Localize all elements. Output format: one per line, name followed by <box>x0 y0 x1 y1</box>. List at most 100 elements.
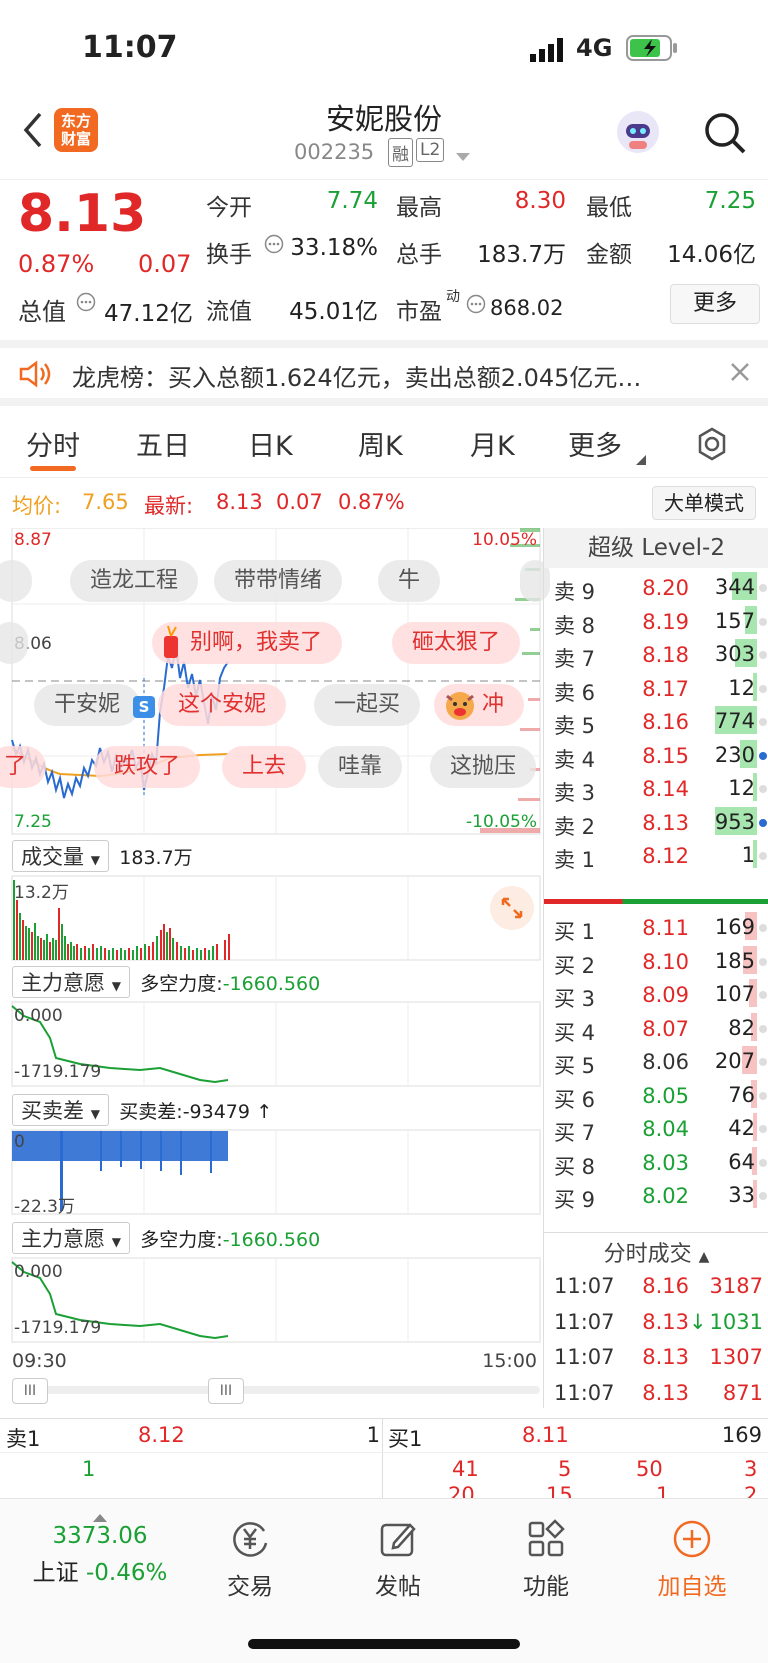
sell-order-row[interactable]: 卖 4 8.15 230 <box>544 738 768 774</box>
buy-order-row[interactable]: 买 8 8.03 64 <box>544 1145 768 1181</box>
avg-value: 7.65 <box>82 490 129 514</box>
gear-icon[interactable] <box>694 426 730 466</box>
time-slider-left-handle[interactable]: III <box>12 1378 48 1404</box>
sell-order-row[interactable]: 卖 8 8.19 157 <box>544 604 768 640</box>
ox-face-icon <box>442 686 478 726</box>
level2-title[interactable]: 超级 Level-2 <box>544 528 768 568</box>
comment-bubble: 跌攻了 <box>94 746 201 788</box>
sell-order-row[interactable]: 卖 9 8.20 344 <box>544 570 768 606</box>
order-dot <box>759 1058 767 1066</box>
robot-avatar-icon[interactable] <box>614 108 662 160</box>
buy-order-row[interactable]: 买 3 8.09 107 <box>544 977 768 1013</box>
nav-func[interactable]: 功能 <box>486 1517 606 1601</box>
bq-sell-price: 8.12 <box>138 1423 185 1447</box>
level2-badge: L2 <box>416 138 445 162</box>
nav-post[interactable]: 发帖 <box>338 1517 458 1601</box>
sell-order-row[interactable]: 卖 3 8.14 12 <box>544 771 768 807</box>
sell-order-row[interactable]: 卖 1 8.12 1 <box>544 838 768 874</box>
tab-day-k[interactable]: 日K <box>248 424 293 463</box>
buy-order-row[interactable]: 买 1 8.11 169 <box>544 910 768 946</box>
stock-header: 东方 财富 安妮股份 002235 融 L2 <box>0 100 768 180</box>
sell-order-row[interactable]: 卖 6 8.17 12 <box>544 671 768 707</box>
buy-order-row[interactable]: 买 5 8.06 207 <box>544 1044 768 1080</box>
info-icon[interactable] <box>76 292 96 316</box>
tab-week-k[interactable]: 周K <box>358 424 403 463</box>
comment-bubble: 上去 <box>222 746 307 788</box>
comment-bubble: 砸太狠了 <box>392 622 521 664</box>
tab-month-k[interactable]: 月K <box>470 424 515 463</box>
order-dot <box>759 785 767 793</box>
clock: 11:07 <box>82 30 178 65</box>
trade-row: 11:07 8.13 ↓ 1031 <box>544 1304 768 1340</box>
ind2-arrow: ↑ <box>256 1101 273 1123</box>
tab-more[interactable]: 更多 <box>568 424 622 463</box>
sell-order-row[interactable]: 卖 2 8.13 953 <box>544 805 768 841</box>
order-level-label: 买 1 <box>554 920 596 944</box>
buy-order-row[interactable]: 买 7 8.04 42 <box>544 1111 768 1147</box>
amount-value: 14.06亿 <box>667 242 756 268</box>
home-indicator <box>248 1639 520 1649</box>
close-icon[interactable] <box>730 362 750 386</box>
trades-title[interactable]: 分时成交 ▲ <box>544 1236 768 1268</box>
buy-order-row[interactable]: 买 9 8.02 33 <box>544 1178 768 1214</box>
signal-icon <box>530 38 566 62</box>
edit-icon <box>338 1517 458 1567</box>
trade-volume: 1307 <box>709 1345 763 1369</box>
info-icon[interactable] <box>264 234 284 258</box>
order-volume: 344 <box>714 572 757 600</box>
tab-five-day[interactable]: 五日 <box>136 424 190 463</box>
pe-sup: 动 <box>446 289 460 305</box>
volume-selector[interactable]: 成交量 ▼ <box>12 840 109 872</box>
bq-buy-detail: 15 <box>546 1485 573 1499</box>
buy-order-row[interactable]: 买 4 8.07 82 <box>544 1011 768 1047</box>
order-dot <box>759 751 767 760</box>
float-value: 45.01亿 <box>289 299 378 325</box>
order-level-label: 买 8 <box>554 1154 596 1179</box>
nav-trade[interactable]: 交易 <box>190 1517 310 1601</box>
order-price: 8.03 <box>642 1150 689 1175</box>
index-pct: -0.46% <box>85 1560 168 1586</box>
latest-label: 最新: <box>144 494 194 518</box>
bq-buy-price: 8.11 <box>522 1423 569 1447</box>
bq-buy-detail: 3 <box>744 1457 758 1481</box>
ind1-header: 主力意愿 ▼ 多空力度:-1660.560 <box>12 966 320 998</box>
high-label: 最高 <box>396 195 442 221</box>
ind1-selector[interactable]: 主力意愿 ▼ <box>12 966 130 998</box>
expand-icon[interactable] <box>490 886 534 930</box>
search-icon[interactable] <box>702 110 748 160</box>
more-button[interactable]: 更多 <box>670 284 760 324</box>
order-volume: 774 <box>714 706 757 734</box>
pct-axis-bottom: -10.05% <box>466 812 537 832</box>
yen-icon <box>190 1517 310 1567</box>
info-icon[interactable] <box>466 294 486 318</box>
big-order-mode-button[interactable]: 大单模式 <box>652 486 756 520</box>
intraday-chart[interactable]: 8.87 8.06 7.25 10.05% -10.05% 造龙工程 带带情绪 … <box>0 528 550 1408</box>
order-volume: 12 <box>728 773 757 801</box>
ind3-text: 多空力度: <box>140 1229 223 1251</box>
volume-header: 成交量 ▼ 183.7万 <box>12 840 193 872</box>
chevron-down-icon[interactable] <box>456 148 470 167</box>
caret-up-icon <box>20 1509 180 1523</box>
sell-order-row[interactable]: 卖 7 8.18 303 <box>544 637 768 673</box>
order-volume: 33 <box>728 1180 757 1208</box>
plus-circle-icon <box>632 1517 752 1567</box>
order-dot <box>759 852 767 860</box>
order-level-label: 买 9 <box>554 1188 596 1212</box>
status-bar: 11:07 4G <box>0 0 768 100</box>
buy-order-row[interactable]: 买 6 8.05 76 <box>544 1078 768 1114</box>
low-value: 7.25 <box>704 188 756 214</box>
ind3-selector[interactable]: 主力意愿 ▼ <box>12 1222 130 1254</box>
sell-order-row[interactable]: 卖 5 8.16 774 <box>544 704 768 740</box>
notice-bar[interactable]: 龙虎榜：买入总额1.624亿元，卖出总额2.045亿元… <box>0 340 768 406</box>
ind2-selector[interactable]: 买卖差 ▼ <box>12 1094 109 1126</box>
index-ticker[interactable]: 3373.06 上证 -0.46% <box>20 1509 180 1587</box>
time-axis-end: 15:00 <box>482 1350 537 1372</box>
tab-intraday[interactable]: 分时 <box>26 424 80 463</box>
bq-buy-label: 买1 <box>388 1427 423 1451</box>
buy-order-row[interactable]: 买 2 8.10 185 <box>544 944 768 980</box>
price-info-line: 均价: 7.65 最新: 8.13 0.07 0.87% 大单模式 <box>0 478 768 528</box>
nav-add-watchlist[interactable]: 加自选 <box>632 1517 752 1601</box>
time-slider-right-handle[interactable]: III <box>208 1378 244 1404</box>
current-price: 8.13 <box>18 184 147 244</box>
volume-value: 183.7万 <box>477 242 566 268</box>
